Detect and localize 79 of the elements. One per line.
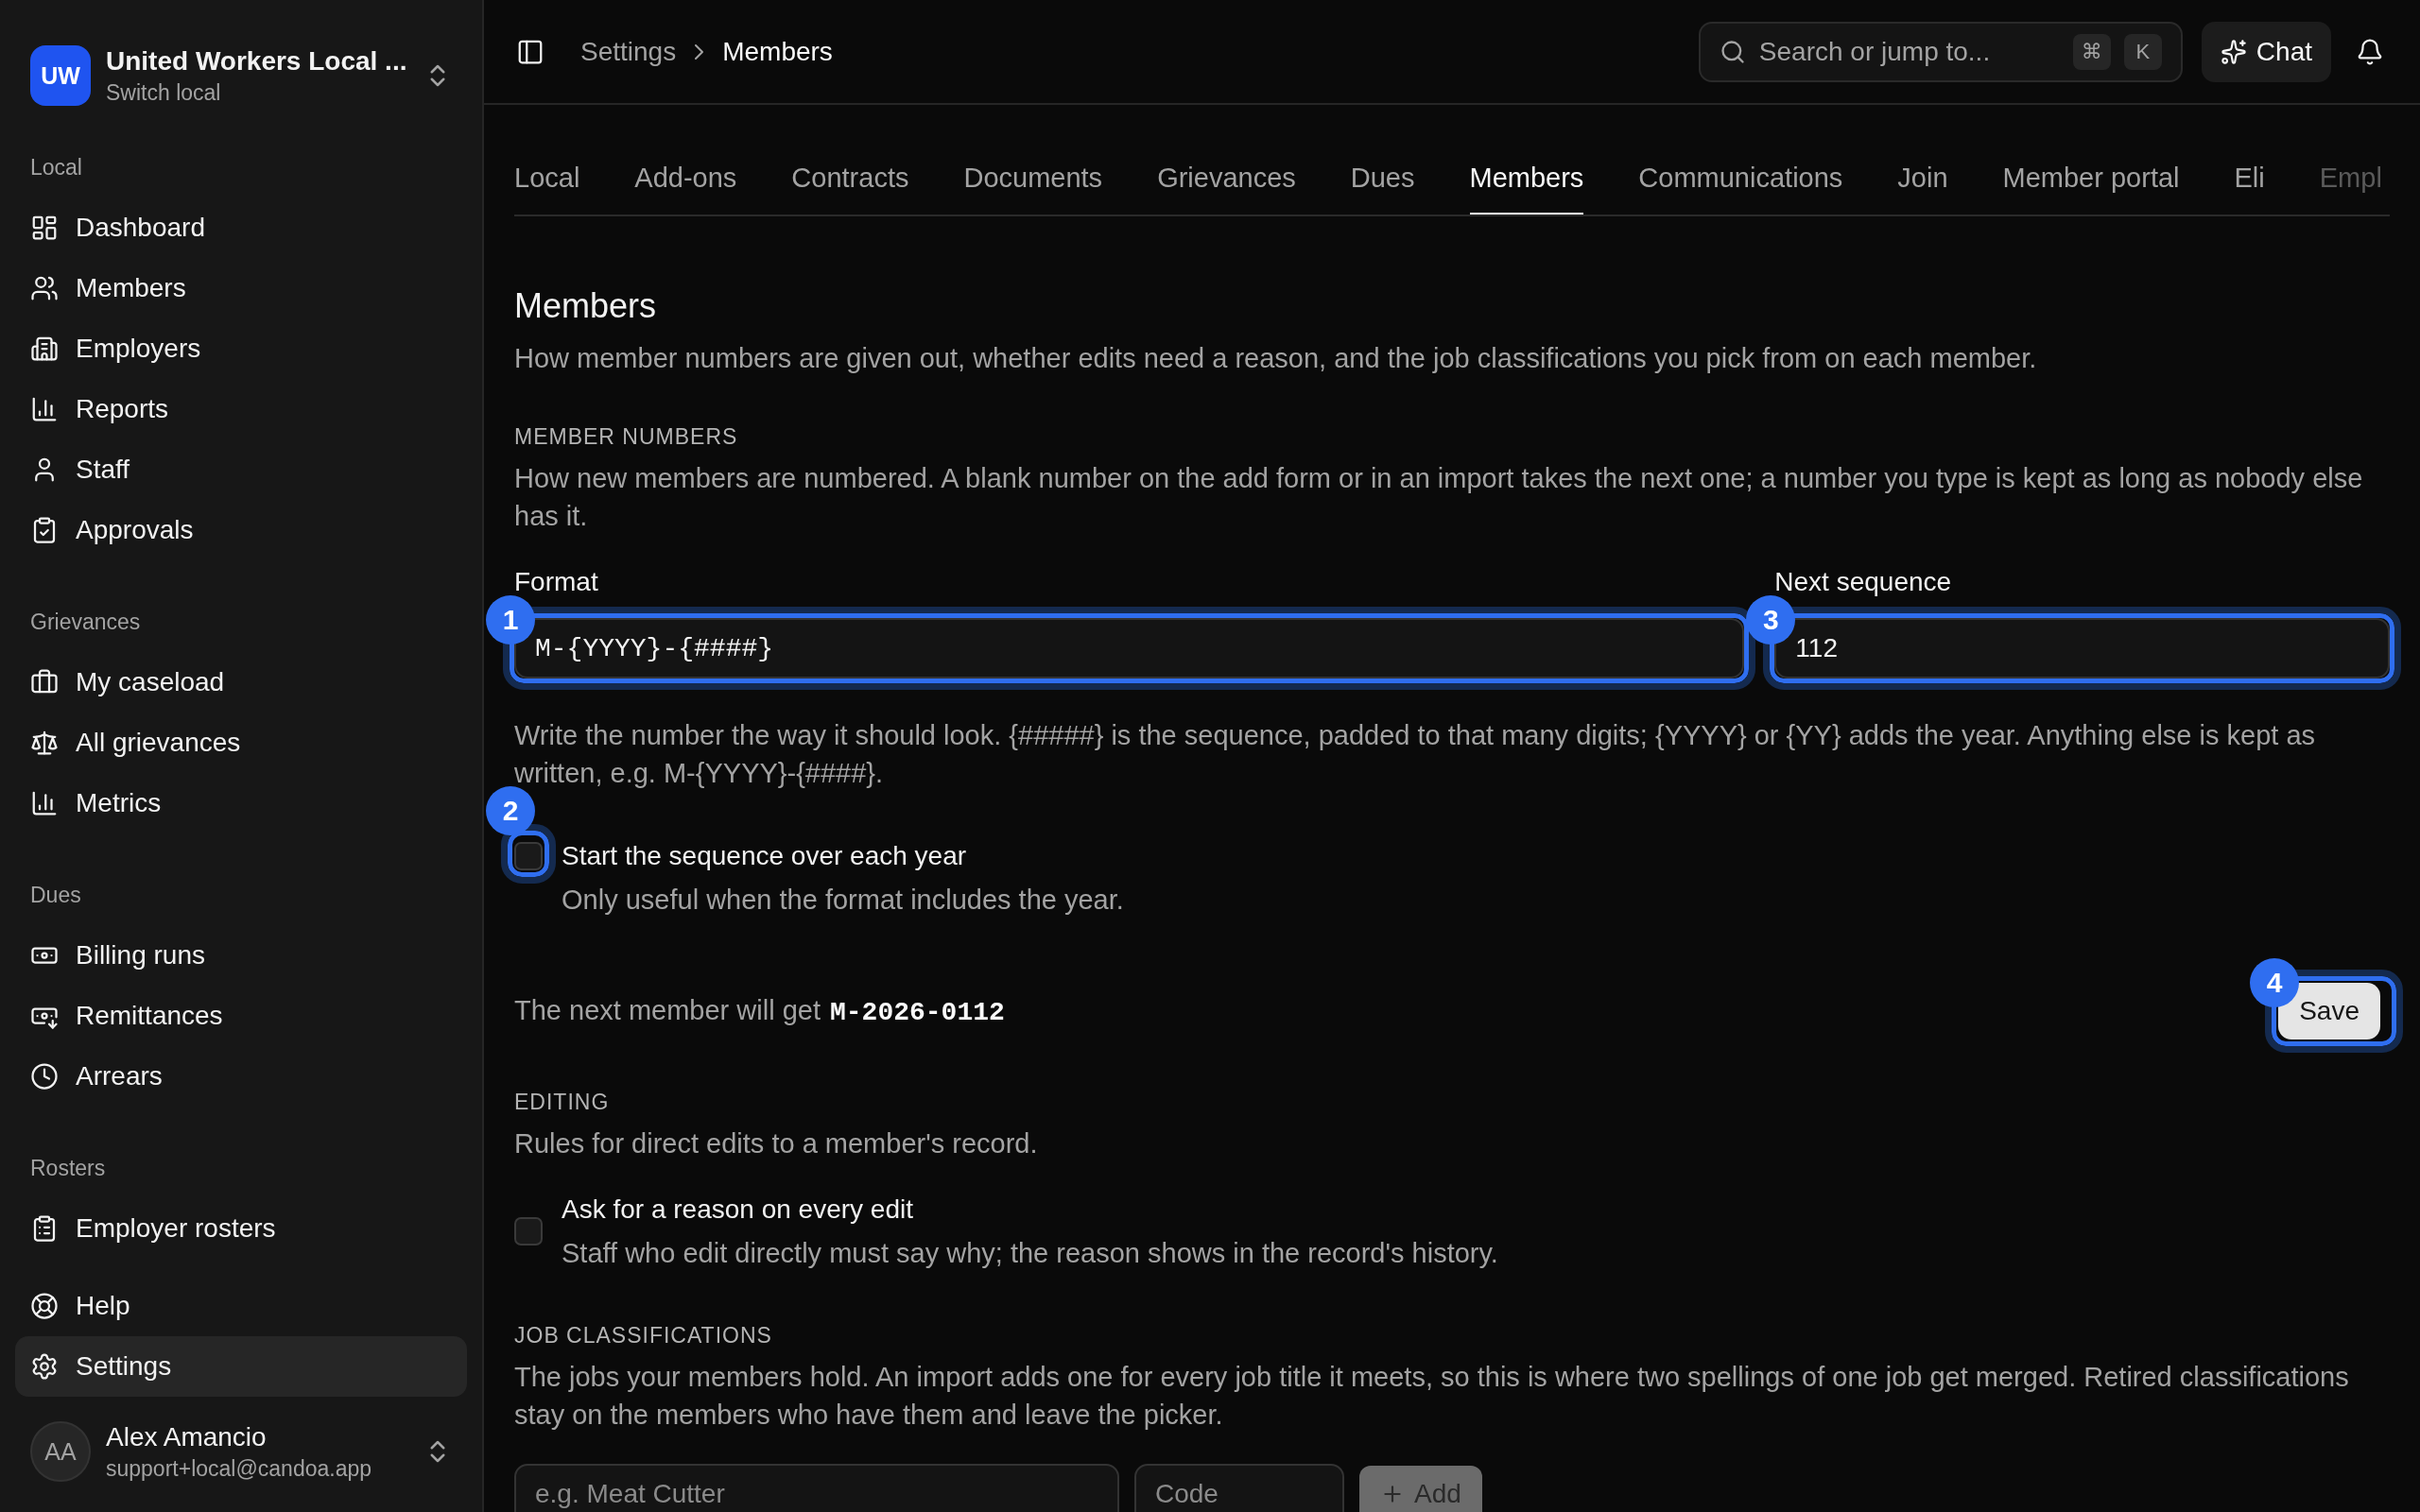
settings-tab[interactable]: Grievances: [1157, 163, 1296, 215]
checkbox-hint: Staff who edit directly must say why; the reason shows in the record's history.: [562, 1237, 1498, 1270]
page-title: Members: [514, 286, 658, 326]
preview-label: The next member will get: [514, 995, 821, 1026]
settings-tab[interactable]: Add-ons: [634, 163, 737, 215]
callout-badge: 2: [486, 786, 535, 835]
nav-item[interactable]: Reports: [15, 379, 467, 439]
bar-chart-icon: [30, 789, 59, 817]
settings-icon: [30, 1352, 59, 1381]
user-name: Alex Amancio: [106, 1421, 268, 1452]
nav-item[interactable]: Staff: [15, 439, 467, 500]
settings-tab[interactable]: Members: [1469, 163, 1584, 215]
classification-code-field[interactable]: Code: [1134, 1464, 1344, 1512]
nav-section-title: Local: [29, 155, 83, 180]
settings-tab[interactable]: Dues: [1350, 163, 1415, 215]
section-description: The jobs your members hold. An import adds one for every job title it meets, so this is where two spellings of one job get merged. Retired classifications stay on the members who have them and leave the picker.: [514, 1361, 2350, 1432]
highlight-ring: [501, 824, 556, 884]
nav-item[interactable]: My caseload: [15, 652, 467, 713]
settings-tab[interactable]: Join: [1897, 163, 1948, 215]
field-label: Next sequence: [1774, 567, 1953, 597]
field-label: Format: [514, 567, 599, 597]
org-subtitle: Switch local: [106, 79, 222, 106]
nav-item[interactable]: Dashboard: [15, 198, 467, 258]
settings-tab[interactable]: Eli: [2234, 163, 2265, 215]
section-description: How new members are numbered. A blank number on the add form or in an import takes the next one; a number you type is kept as long as nobody else has it.: [514, 462, 2364, 533]
nav-item[interactable]: Employer rosters: [15, 1198, 467, 1259]
users-icon: [30, 274, 59, 302]
breadcrumb-link[interactable]: Settings: [580, 36, 677, 67]
scales-icon: [30, 729, 59, 757]
shortcut-key: K: [2123, 33, 2162, 70]
chevron-right-icon: [695, 43, 704, 60]
checkbox[interactable]: [514, 842, 543, 870]
settings-tab[interactable]: Documents: [963, 163, 1103, 215]
settings-tab[interactable]: Local: [514, 163, 580, 215]
org-name: United Workers Local ...: [106, 45, 408, 77]
dashboard-icon: [30, 214, 59, 242]
section-heading: JOB CLASSIFICATIONS: [514, 1323, 773, 1349]
callout-badge: 3: [1746, 595, 1796, 644]
bar-chart-icon: [30, 395, 59, 423]
checkbox-hint: Only useful when the format includes the year.: [562, 884, 1124, 917]
building-icon: [30, 335, 59, 363]
preview-number: M-2026-0112: [829, 998, 1005, 1027]
chat-button[interactable]: Chat: [2201, 21, 2331, 82]
search-icon: [1719, 38, 1746, 65]
callout-badge: 1: [486, 595, 535, 644]
lifebuoy-icon: [30, 1292, 59, 1320]
nav-item[interactable]: Settings: [15, 1336, 467, 1397]
nav-section-title: Rosters: [29, 1156, 107, 1181]
checkbox[interactable]: [514, 1217, 543, 1246]
nav-section-title: Dues: [29, 883, 82, 908]
checkbox-label: Start the sequence over each year: [562, 840, 968, 872]
callout-badge: 4: [2250, 958, 2300, 1007]
nav-item[interactable]: Help: [15, 1276, 467, 1336]
settings-tab[interactable]: Contracts: [791, 163, 909, 215]
shortcut-key: ⌘: [2072, 33, 2111, 70]
settings-tab[interactable]: Communications: [1638, 163, 1843, 215]
nav-section-title: Grievances: [29, 610, 142, 635]
clock-icon: [30, 1062, 59, 1091]
user-email: support+local@candoa.app: [106, 1455, 373, 1482]
org-avatar: UW: [30, 45, 91, 106]
section-heading: EDITING: [514, 1090, 611, 1115]
nav-item[interactable]: Billing runs: [15, 925, 467, 986]
search-button[interactable]: Search or jump to... ⌘ K: [1698, 21, 2183, 82]
checkbox-label: Ask for a reason on every edit: [562, 1194, 914, 1226]
nav-item[interactable]: Arrears: [15, 1046, 467, 1107]
nav-item[interactable]: Members: [15, 258, 467, 318]
user-avatar: AA: [30, 1421, 91, 1482]
settings-tab[interactable]: Member portal: [2002, 163, 2180, 215]
nav-item[interactable]: All grievances: [15, 713, 467, 773]
nav-item[interactable]: Employers: [15, 318, 467, 379]
section-description: Rules for direct edits to a member's record.: [514, 1127, 1039, 1160]
classification-name-field[interactable]: e.g. Meat Cutter: [514, 1464, 1119, 1512]
nav-item[interactable]: Remittances: [15, 986, 467, 1046]
breadcrumb-current: Members: [722, 36, 833, 67]
nav-item[interactable]: Approvals: [15, 500, 467, 560]
page-description: How member numbers are given out, whether edits need a reason, and the job classifications you pick from on each member.: [514, 342, 2038, 375]
section-heading: MEMBER NUMBERS: [514, 424, 739, 450]
sparkles-icon: [2220, 38, 2247, 65]
nav-item[interactable]: Metrics: [15, 773, 467, 833]
